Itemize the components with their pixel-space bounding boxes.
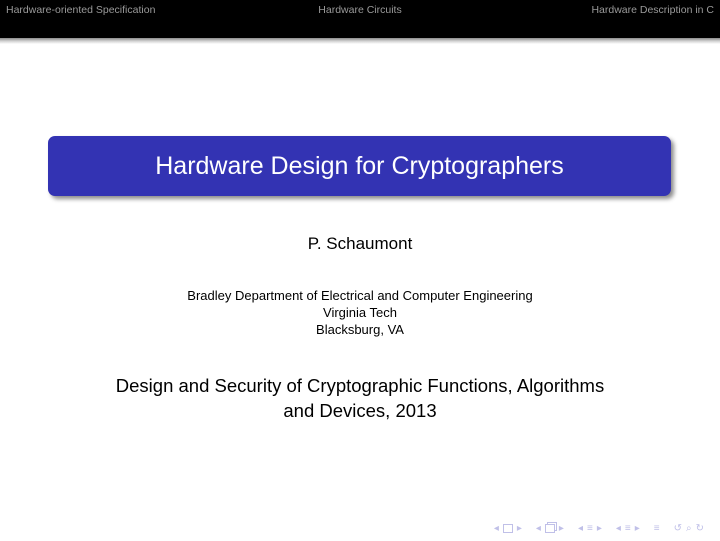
nav-subsection-group: ◂ ▸ <box>534 523 566 534</box>
section-icon[interactable]: ≡ <box>587 523 593 534</box>
title-box: Hardware Design for Cryptographers <box>48 136 671 196</box>
beamer-navigation-symbols: ◂ ▸ ◂ ▸ ◂ ≡ ▸ ◂ ≡ ▸ ≡ ↺ ⌕ ↻ <box>482 521 706 535</box>
appendix-icon[interactable]: ≡ <box>654 523 660 534</box>
date: Design and Security of Cryptographic Fun… <box>0 373 720 423</box>
nav-next-frame-icon[interactable]: ▸ <box>517 523 522 534</box>
date-line-1: Design and Security of Cryptographic Fun… <box>115 375 605 396</box>
institute-university: Virginia Tech <box>323 305 397 320</box>
nav-frame-group: ◂ ▸ <box>492 523 524 534</box>
nav-document-group: ◂ ≡ ▸ <box>614 523 642 534</box>
institute: Bradley Department of Electrical and Com… <box>0 287 720 338</box>
nav-next-section-icon[interactable]: ▸ <box>597 523 602 534</box>
back-icon[interactable]: ↺ <box>674 523 682 534</box>
forward-icon[interactable]: ↻ <box>696 523 704 534</box>
header-shadow <box>0 38 720 44</box>
nav-prev-document-icon[interactable]: ◂ <box>616 523 621 534</box>
date-line-2: and Devices, 2013 <box>283 400 437 421</box>
presentation-title: Hardware Design for Cryptographers <box>155 151 564 180</box>
nav-prev-subsection-icon[interactable]: ◂ <box>536 523 541 534</box>
nav-next-document-icon[interactable]: ▸ <box>635 523 640 534</box>
nav-section-group: ◂ ≡ ▸ <box>576 523 604 534</box>
nav-section-hardware-description-in-c[interactable]: Hardware Description in C <box>591 4 714 16</box>
nav-section-hardware-oriented-specification[interactable]: Hardware-oriented Specification <box>6 4 155 16</box>
nav-tools-group: ↺ ⌕ ↻ <box>672 523 706 534</box>
author: P. Schaumont <box>307 234 413 253</box>
nav-section-hardware-circuits[interactable]: Hardware Circuits <box>318 4 401 16</box>
institute-location: Blacksburg, VA <box>316 322 404 337</box>
subsection-icon[interactable] <box>544 523 555 533</box>
frame-icon[interactable] <box>502 523 513 533</box>
nav-prev-section-icon[interactable]: ◂ <box>578 523 583 534</box>
document-icon[interactable]: ≡ <box>625 523 631 534</box>
nav-appendix-group: ≡ <box>652 523 662 534</box>
search-icon[interactable]: ⌕ <box>686 523 692 534</box>
header-bar: Hardware-oriented Specification Hardware… <box>0 0 720 38</box>
nav-prev-frame-icon[interactable]: ◂ <box>494 523 499 534</box>
institute-department: Bradley Department of Electrical and Com… <box>187 288 533 303</box>
nav-next-subsection-icon[interactable]: ▸ <box>559 523 564 534</box>
